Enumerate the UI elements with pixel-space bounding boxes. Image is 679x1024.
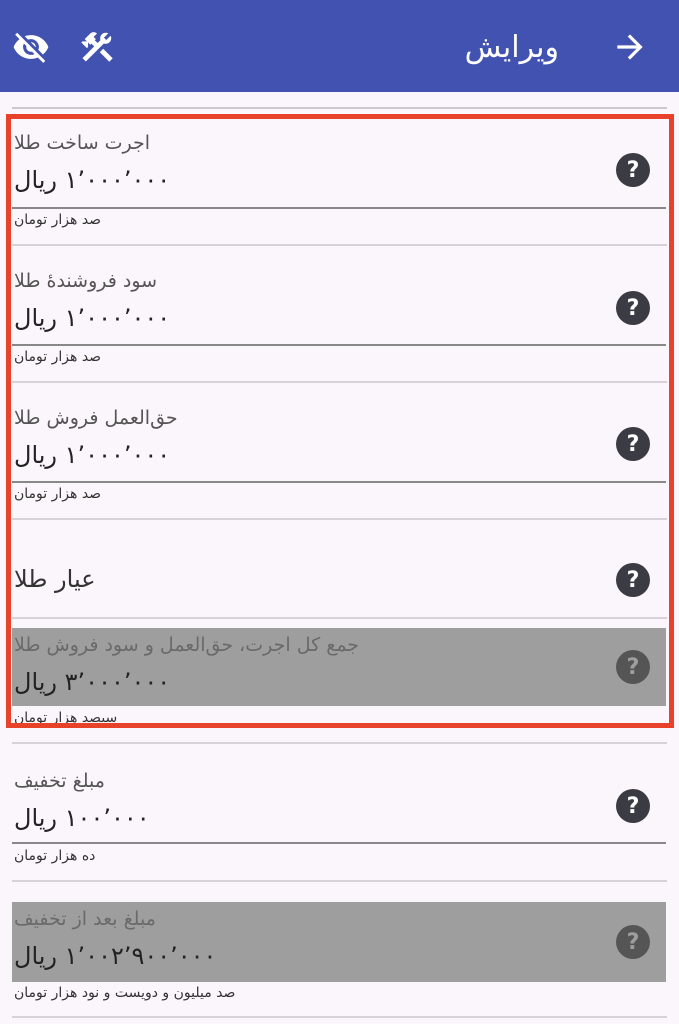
app-bar: ویرایش bbox=[0, 0, 679, 92]
divider bbox=[12, 880, 667, 882]
field-label: مبلغ تخفیف bbox=[14, 770, 105, 792]
field-label: مبلغ بعد از تخفیف bbox=[14, 908, 156, 930]
tools-icon[interactable] bbox=[78, 28, 116, 66]
divider bbox=[12, 107, 667, 109]
field-underline bbox=[12, 842, 666, 844]
divider bbox=[12, 742, 667, 744]
field-after-discount: مبلغ بعد از تخفیف ۱٬۰۰۲٬۹۰۰٬۰۰۰ ریال ? bbox=[12, 902, 666, 982]
amount-in-words: صد میلیون و دویست و نود هزار تومان bbox=[14, 985, 236, 1001]
field-value: ۱۰۰٬۰۰۰ ریال bbox=[14, 804, 150, 832]
help-icon[interactable]: ? bbox=[616, 789, 650, 823]
highlight-frame bbox=[6, 114, 674, 728]
amount-in-words: ده هزار تومان bbox=[14, 848, 96, 864]
arrow-right-icon[interactable] bbox=[611, 28, 649, 66]
field-discount[interactable]: مبلغ تخفیف ۱۰۰٬۰۰۰ ریال ? bbox=[12, 764, 666, 846]
eye-off-icon[interactable] bbox=[12, 28, 50, 66]
divider bbox=[12, 1016, 667, 1018]
field-value: ۱٬۰۰۲٬۹۰۰٬۰۰۰ ریال bbox=[14, 942, 217, 970]
help-icon[interactable]: ? bbox=[616, 925, 650, 959]
page-title: ویرایش bbox=[464, 30, 559, 65]
